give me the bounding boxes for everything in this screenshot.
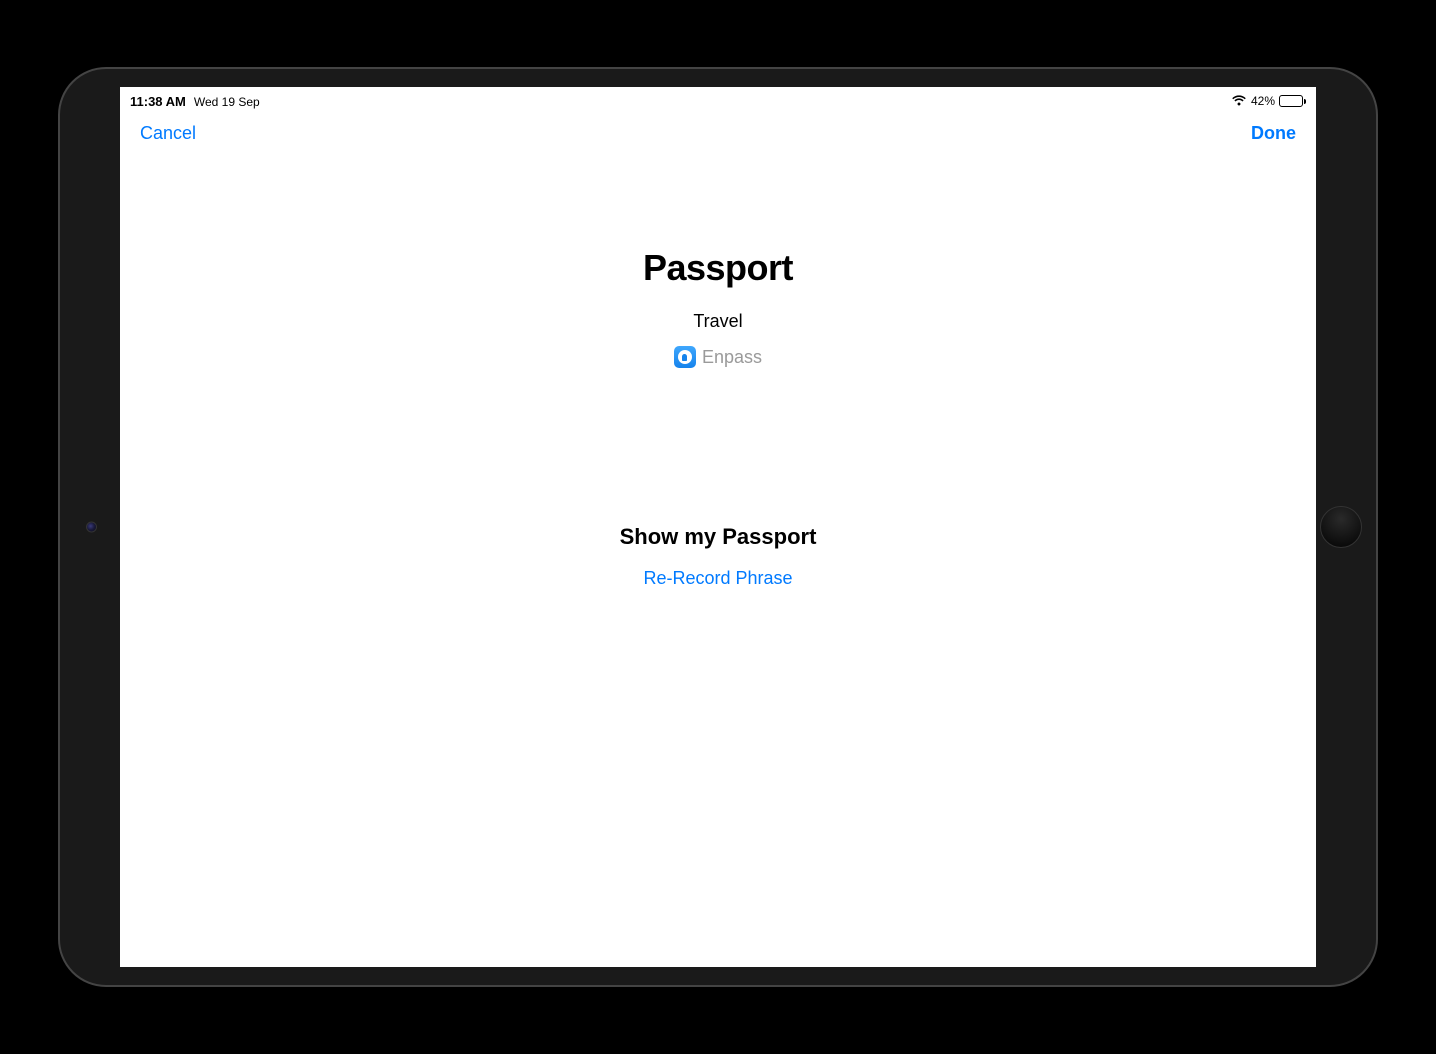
phrase-section: Show my Passport Re-Record Phrase — [120, 524, 1316, 589]
battery-icon — [1279, 95, 1306, 107]
camera-icon — [86, 522, 97, 533]
shortcut-category: Travel — [120, 311, 1316, 332]
screen: 11:38 AM Wed 19 Sep 42% Cancel Done — [120, 87, 1316, 967]
navigation-bar: Cancel Done — [120, 111, 1316, 155]
shortcut-title: Passport — [120, 247, 1316, 289]
cancel-button[interactable]: Cancel — [140, 123, 196, 144]
home-button[interactable] — [1320, 506, 1362, 548]
app-source-row: Enpass — [120, 346, 1316, 368]
app-name: Enpass — [702, 347, 762, 368]
status-bar: 11:38 AM Wed 19 Sep 42% — [120, 87, 1316, 111]
siri-phrase-label: Show my Passport — [120, 524, 1316, 550]
rerecord-phrase-button[interactable]: Re-Record Phrase — [643, 568, 792, 589]
done-button[interactable]: Done — [1251, 123, 1296, 144]
battery-percent: 42% — [1251, 94, 1275, 108]
ipad-device-frame: 11:38 AM Wed 19 Sep 42% Cancel Done — [58, 67, 1378, 987]
status-time: 11:38 AM — [130, 94, 186, 109]
status-date: Wed 19 Sep — [194, 95, 260, 109]
wifi-icon — [1231, 95, 1247, 107]
main-content: Passport Travel Enpass Show my Passport … — [120, 155, 1316, 589]
enpass-app-icon — [674, 346, 696, 368]
